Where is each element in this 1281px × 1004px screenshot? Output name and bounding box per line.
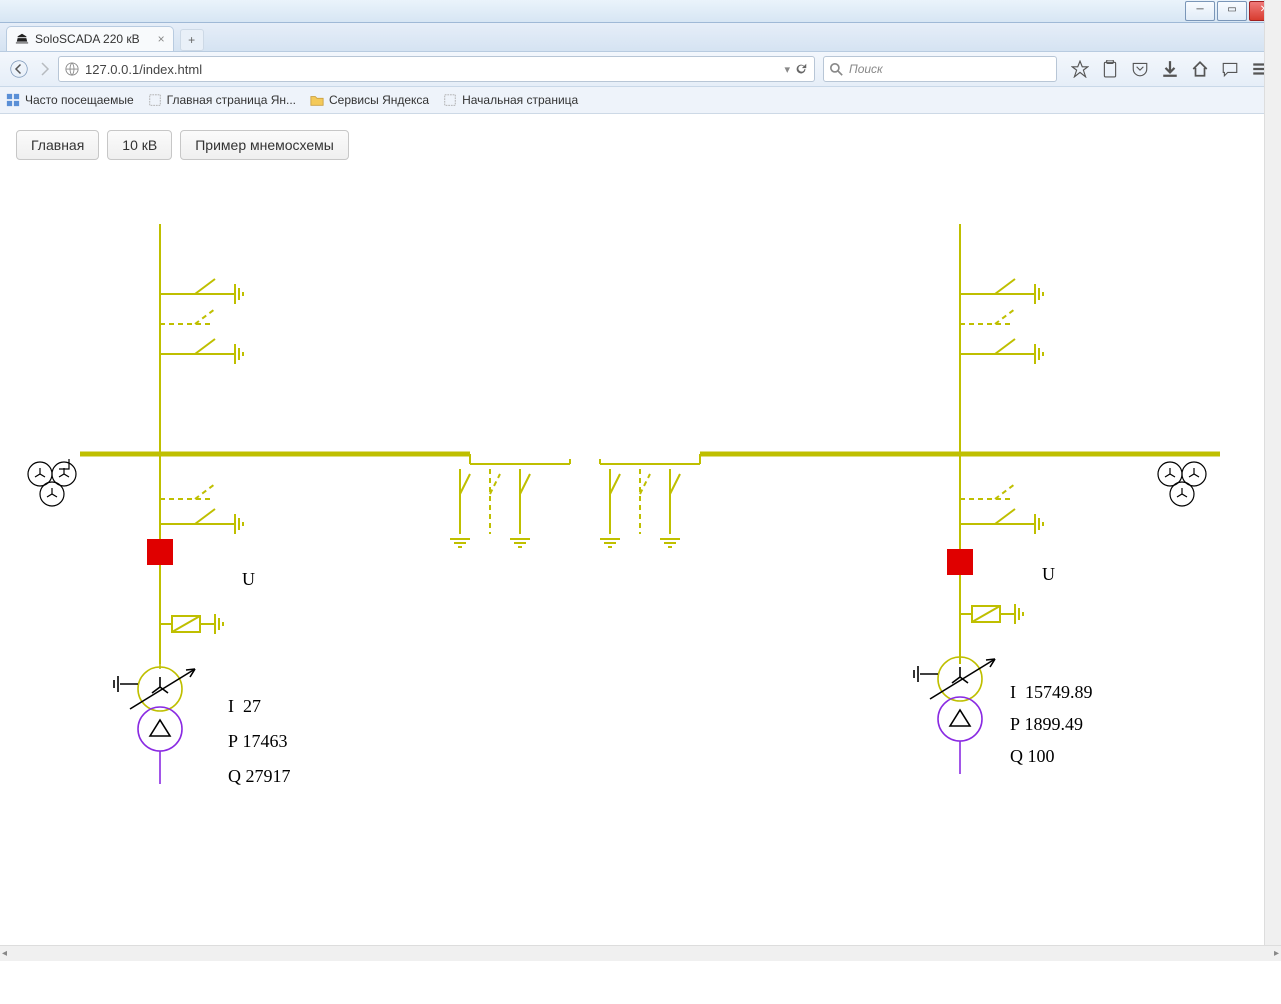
browser-tab-active[interactable]: SoloSCADA 220 кВ ×	[6, 26, 174, 51]
pocket-icon[interactable]	[1131, 60, 1149, 78]
toolbar-icons	[1065, 60, 1275, 78]
label-P-right: P 1899.49	[1010, 714, 1083, 735]
voltage-label-right: U	[1042, 564, 1055, 585]
new-tab-button[interactable]: +	[180, 29, 204, 51]
bookmark-yandex-home[interactable]: Главная страница Ян...	[148, 93, 296, 107]
home-icon[interactable]	[1191, 60, 1209, 78]
value-Q-left: 27917	[246, 766, 291, 786]
label-Q-left: Q 27917	[228, 766, 291, 787]
home-button[interactable]: Главная	[16, 130, 99, 160]
page-content: Главная 10 кВ Пример мнемосхемы	[0, 114, 1281, 1004]
address-bar[interactable]: 127.0.0.1/index.html ▾	[58, 56, 815, 82]
folder-icon	[310, 93, 324, 107]
10kv-button[interactable]: 10 кВ	[107, 130, 172, 160]
maximize-button[interactable]: ▭	[1217, 1, 1247, 21]
bookmark-label: Сервисы Яндекса	[329, 93, 429, 107]
bookmark-label: Часто посещаемые	[25, 93, 134, 107]
bookmark-label: Начальная страница	[462, 93, 578, 107]
search-icon	[830, 63, 843, 76]
value-P-right: 1899.49	[1025, 714, 1084, 734]
window-titlebar: ─ ▭ ✕	[0, 0, 1281, 23]
chat-icon[interactable]	[1221, 60, 1239, 78]
breaker-right[interactable]	[947, 549, 973, 575]
bookmark-star-icon[interactable]	[1071, 60, 1089, 78]
value-Q-right: 100	[1028, 746, 1055, 766]
back-button[interactable]	[10, 60, 28, 78]
label-Q-right: Q 100	[1010, 746, 1055, 767]
transformer-right	[914, 654, 995, 774]
downloads-icon[interactable]	[1161, 60, 1179, 78]
value-I-left: 27	[243, 696, 261, 716]
search-placeholder: Поиск	[849, 62, 883, 76]
tab-title: SoloSCADA 220 кВ	[35, 32, 140, 46]
page-icon	[148, 93, 162, 107]
bookmark-yandex-services[interactable]: Сервисы Яндекса	[310, 93, 429, 107]
nav-toolbar: 127.0.0.1/index.html ▾ Поиск	[0, 52, 1281, 87]
clipboard-icon[interactable]	[1101, 60, 1119, 78]
tab-strip: SoloSCADA 220 кВ × +	[0, 23, 1281, 52]
grid-icon	[6, 93, 20, 107]
label-I-right: I 15749.89	[1010, 682, 1093, 703]
reload-icon[interactable]	[794, 62, 808, 76]
page-icon	[443, 93, 457, 107]
bookmark-most-visited[interactable]: Часто посещаемые	[6, 93, 134, 107]
url-text: 127.0.0.1/index.html	[85, 62, 780, 77]
bookmark-start-page[interactable]: Начальная страница	[443, 93, 578, 107]
horizontal-scrollbar[interactable]: ◂▸	[0, 945, 1281, 961]
tab-close-icon[interactable]: ×	[158, 32, 165, 46]
forward-button[interactable]	[36, 60, 54, 78]
bookmarks-bar: Часто посещаемые Главная страница Ян... …	[0, 87, 1281, 114]
single-line-diagram: U U I 27 P 17463 Q 27917 I 15749.89 P 18…	[10, 164, 1230, 814]
breaker-left[interactable]	[147, 539, 173, 565]
vt-right	[1158, 462, 1206, 506]
minimize-button[interactable]: ─	[1185, 1, 1215, 21]
nav-buttons: Главная 10 кВ Пример мнемосхемы	[16, 130, 1271, 160]
label-I-left: I 27	[228, 696, 261, 717]
vt-left	[28, 459, 76, 506]
globe-icon	[65, 62, 79, 76]
value-I-right: 15749.89	[1025, 682, 1093, 702]
transformer-left	[114, 664, 195, 784]
hat-icon	[15, 32, 29, 46]
search-box[interactable]: Поиск	[823, 56, 1057, 82]
example-button[interactable]: Пример мнемосхемы	[180, 130, 349, 160]
bookmark-label: Главная страница Ян...	[167, 93, 296, 107]
vertical-scrollbar[interactable]	[1264, 0, 1281, 961]
dropdown-icon[interactable]: ▾	[784, 63, 790, 76]
voltage-label-left: U	[242, 569, 255, 590]
label-P-left: P 17463	[228, 731, 288, 752]
value-P-left: 17463	[243, 731, 288, 751]
